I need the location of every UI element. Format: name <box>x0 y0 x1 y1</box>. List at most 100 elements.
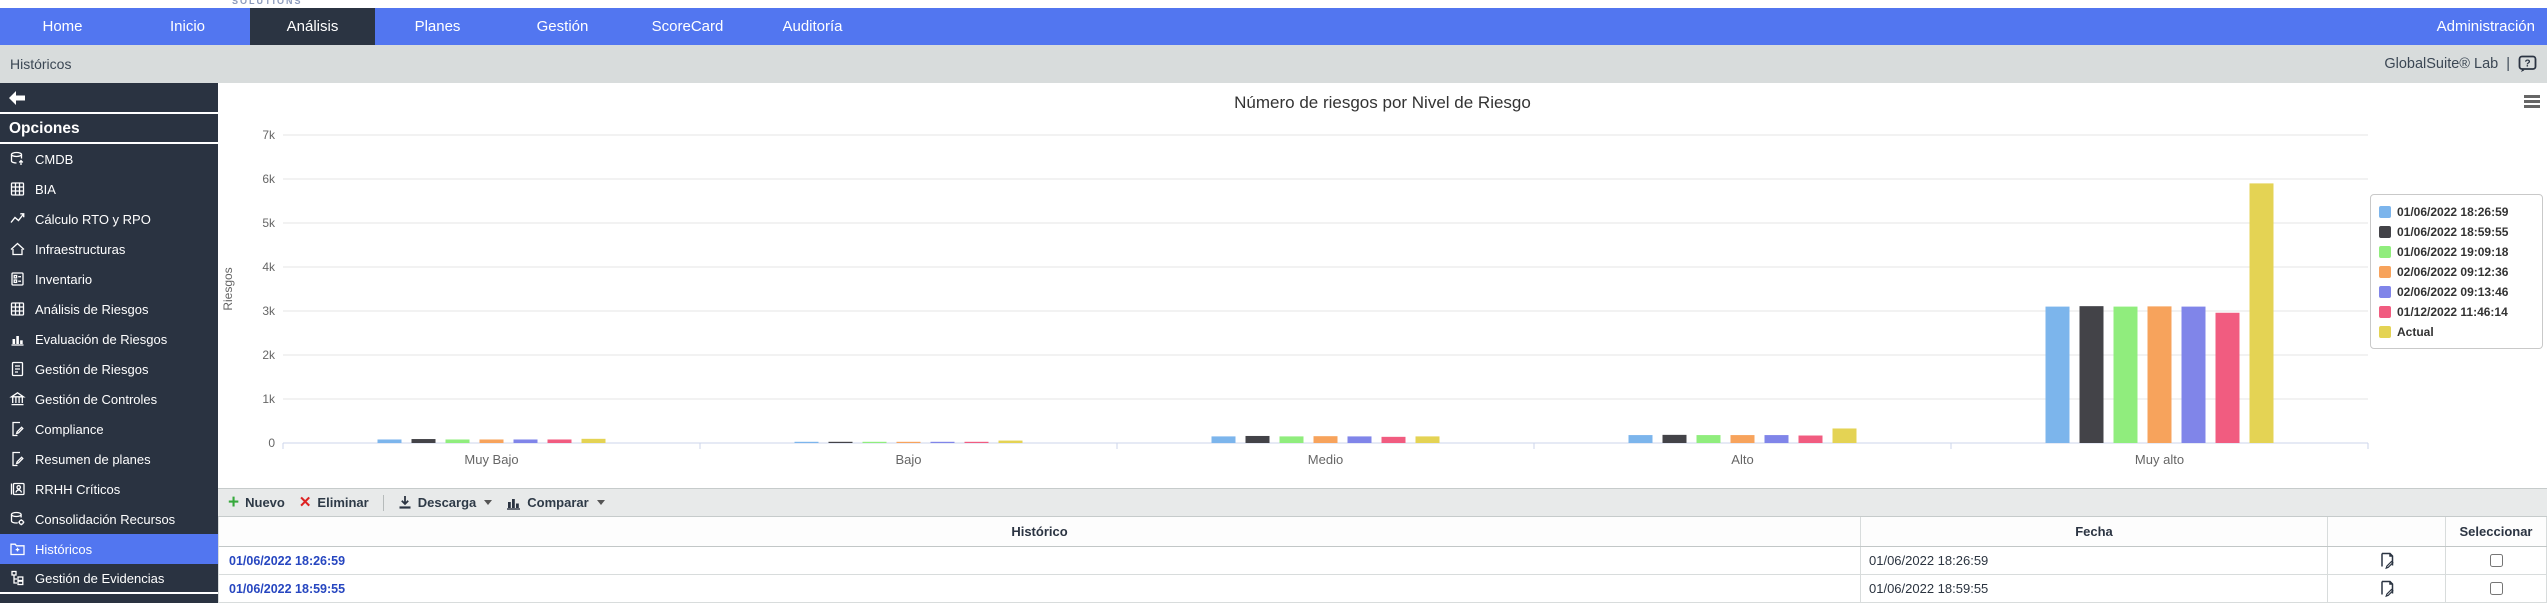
bar-02/06/2022 09:12:36 <box>1731 435 1755 443</box>
table-row: 01/06/2022 18:59:55 01/06/2022 18:59:55 <box>218 575 2547 603</box>
sidebar-item-historicos[interactable]: Históricos <box>0 534 218 564</box>
sidebar-item-analisis-de-riesgos[interactable]: Análisis de Riesgos <box>0 294 218 324</box>
nav-tab-home[interactable]: Home <box>0 8 125 45</box>
sidebar-item-consolidacion-recursos[interactable]: Consolidación Recursos <box>0 504 218 534</box>
sidebar-item-bia[interactable]: BIA <box>0 174 218 204</box>
edit-history-icon[interactable] <box>2379 580 2395 598</box>
legend-item[interactable]: 02/06/2022 09:12:36 <box>2379 262 2534 281</box>
sidebar-back-button[interactable] <box>0 83 218 114</box>
breadcrumb-bar: Históricos GlobalSuite® Lab | ? <box>0 45 2547 83</box>
legend-item[interactable]: 02/06/2022 09:13:46 <box>2379 282 2534 301</box>
bar-02/06/2022 09:12:36 <box>897 442 921 443</box>
nuevo-label: Nuevo <box>245 495 285 510</box>
x-axis-category-label: Bajo <box>895 452 921 467</box>
legend-swatch <box>2379 206 2391 218</box>
x-axis-category-label: Alto <box>1731 452 1753 467</box>
sidebar-item-gestion-de-controles[interactable]: Gestión de Controles <box>0 384 218 414</box>
hierarchy-icon <box>9 570 26 586</box>
sidebar-item-calculo-rto-rpo[interactable]: Cálculo RTO y RPO <box>0 204 218 234</box>
legend-swatch <box>2379 306 2391 318</box>
bar-02/06/2022 09:13:46 <box>1765 435 1789 443</box>
legend-item[interactable]: 01/12/2022 11:46:14 <box>2379 302 2534 321</box>
id-card-icon <box>9 481 26 497</box>
sidebar-item-label: Históricos <box>35 542 92 557</box>
product-name: GlobalSuite® Lab <box>2384 56 2498 72</box>
sidebar-item-label: Consolidación Recursos <box>35 512 175 527</box>
legend-label: 01/06/2022 18:26:59 <box>2397 205 2508 219</box>
y-axis-tick-label: 6k <box>262 172 276 186</box>
logo-strip: SOLUTIONS <box>0 0 2547 8</box>
toolbar-divider <box>383 495 384 511</box>
historico-link[interactable]: 01/06/2022 18:59:55 <box>229 582 345 596</box>
legend-label: 01/12/2022 11:46:14 <box>2397 305 2508 319</box>
legend-item[interactable]: Actual <box>2379 322 2534 341</box>
bar-Actual <box>999 441 1023 443</box>
document-edit-icon <box>9 451 26 467</box>
bar-02/06/2022 09:13:46 <box>931 442 955 443</box>
sidebar-item-resumen-de-planes[interactable]: Resumen de planes <box>0 444 218 474</box>
bar-01/06/2022 18:26:59 <box>2046 307 2070 443</box>
sidebar-item-inventario[interactable]: Inventario <box>0 264 218 294</box>
historico-link[interactable]: 01/06/2022 18:26:59 <box>229 554 345 568</box>
sidebar-item-infraestructuras[interactable]: Infraestructuras <box>0 234 218 264</box>
seleccionar-checkbox[interactable] <box>2490 582 2503 595</box>
nav-tab-planes[interactable]: Planes <box>375 8 500 45</box>
legend-item[interactable]: 01/06/2022 18:59:55 <box>2379 222 2534 241</box>
bar-01/06/2022 18:26:59 <box>1212 436 1236 443</box>
sidebar-item-evaluacion-de-riesgos[interactable]: Evaluación de Riesgos <box>0 324 218 354</box>
sidebar-item-label: RRHH Críticos <box>35 482 120 497</box>
sidebar: Opciones CMDB BIA Cálculo RTO y RPO Infr… <box>0 83 218 603</box>
comparar-button[interactable]: Comparar <box>506 495 604 510</box>
legend-item[interactable]: 01/06/2022 19:09:18 <box>2379 242 2534 261</box>
table-toolbar: + Nuevo ✕ Eliminar Descarga Comparar <box>218 488 2547 517</box>
nav-tab-gestion[interactable]: Gestión <box>500 8 625 45</box>
bar-01/12/2022 11:46:14 <box>965 442 989 443</box>
sidebar-item-rrhh-criticos[interactable]: RRHH Críticos <box>0 474 218 504</box>
nav-tab-administracion[interactable]: Administración <box>2425 8 2547 45</box>
descarga-button[interactable]: Descarga <box>398 495 493 510</box>
sidebar-item-label: Gestión de Riesgos <box>35 362 148 377</box>
nav-tab-inicio[interactable]: Inicio <box>125 8 250 45</box>
legend-swatch <box>2379 246 2391 258</box>
y-axis-tick-label: 7k <box>262 128 276 142</box>
bar-01/06/2022 19:09:18 <box>446 439 470 443</box>
table-grid-icon <box>9 181 26 197</box>
nav-tab-auditoria[interactable]: Auditoría <box>750 8 875 45</box>
sidebar-item-label: Gestión de Evidencias <box>35 571 164 586</box>
eliminar-label: Eliminar <box>317 495 368 510</box>
help-icon[interactable]: ? <box>2518 55 2537 73</box>
nuevo-button[interactable]: + Nuevo <box>228 493 285 512</box>
document-edit-icon <box>9 421 26 437</box>
legend-item[interactable]: 01/06/2022 18:26:59 <box>2379 202 2534 221</box>
breadcrumb: Históricos <box>10 56 71 72</box>
fecha-cell: 01/06/2022 18:59:55 <box>1861 575 2328 602</box>
svg-text:?: ? <box>2524 59 2530 70</box>
edit-history-icon[interactable] <box>2379 552 2395 570</box>
column-header-historico: Histórico <box>219 517 1861 546</box>
sidebar-item-label: Compliance <box>35 422 104 437</box>
sidebar-item-gestion-de-riesgos[interactable]: Gestión de Riesgos <box>0 354 218 384</box>
bar-01/06/2022 19:09:18 <box>863 442 887 443</box>
sidebar-item-label: Infraestructuras <box>35 242 125 257</box>
bar-02/06/2022 09:12:36 <box>2148 306 2172 443</box>
eliminar-button[interactable]: ✕ Eliminar <box>299 495 369 510</box>
chart-legend: 01/06/2022 18:26:59 01/06/2022 18:59:55 … <box>2370 194 2543 349</box>
chart-context-menu-button[interactable] <box>2524 95 2540 110</box>
legend-label: 02/06/2022 09:13:46 <box>2397 285 2508 299</box>
chart-title: Número de riesgos por Nivel de Riesgo <box>218 93 2547 113</box>
plus-icon: + <box>228 493 239 512</box>
column-header-actions <box>2328 517 2446 546</box>
sidebar-item-compliance[interactable]: Compliance <box>0 414 218 444</box>
sidebar-item-label: Evaluación de Riesgos <box>35 332 167 347</box>
x-axis-category-label: Medio <box>1308 452 1343 467</box>
sidebar-item-cmdb[interactable]: CMDB <box>0 144 218 174</box>
globalsuite-app: SOLUTIONS Home Inicio Análisis Planes Ge… <box>0 0 2547 603</box>
x-axis-category-label: Muy alto <box>2135 452 2184 467</box>
nav-tab-scorecard[interactable]: ScoreCard <box>625 8 750 45</box>
bar-Actual <box>1833 428 1857 443</box>
sidebar-item-gestion-de-evidencias[interactable]: Gestión de Evidencias <box>0 564 218 594</box>
bar-02/06/2022 09:12:36 <box>1314 436 1338 443</box>
seleccionar-checkbox[interactable] <box>2490 554 2503 567</box>
document-icon <box>9 361 26 377</box>
nav-tab-analisis[interactable]: Análisis <box>250 8 375 45</box>
